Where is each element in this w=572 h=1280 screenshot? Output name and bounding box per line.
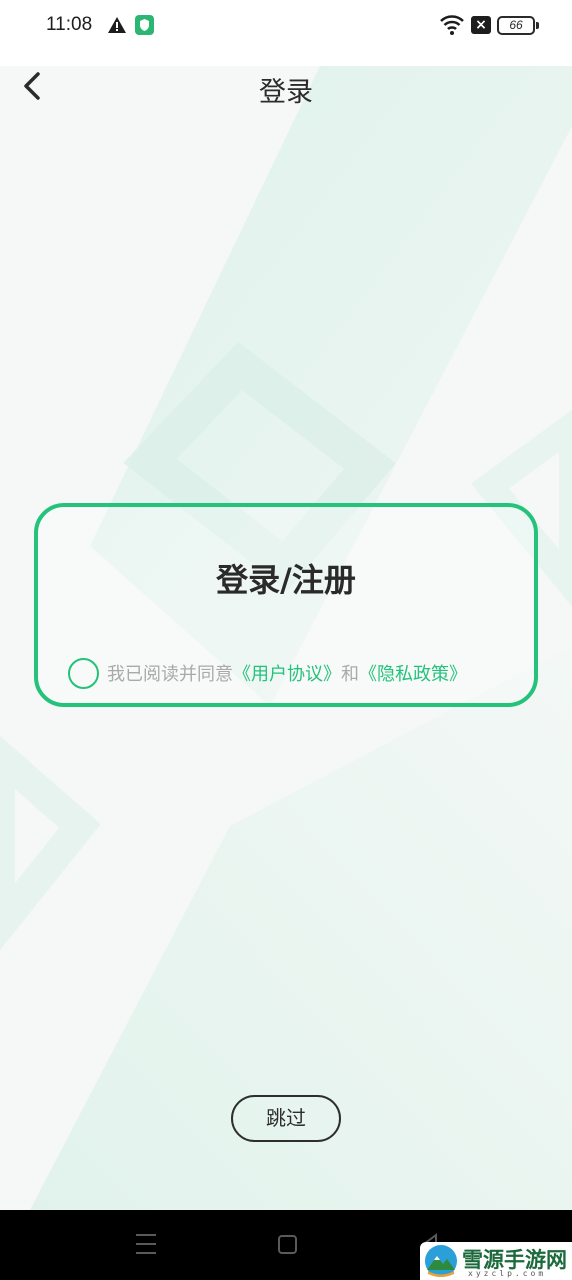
skip-button[interactable]: 跳过 <box>231 1095 341 1142</box>
privacy-policy-link[interactable]: 《隐私政策》 <box>359 660 467 686</box>
status-time: 11:08 <box>46 14 93 35</box>
page-title: 登录 <box>259 77 313 108</box>
status-bar: 11:08 × 66 <box>0 0 572 66</box>
battery-icon: 66 <box>497 16 539 35</box>
agreement-row: 我已阅读并同意 《用户协议》 和 《隐私政策》 <box>68 657 467 689</box>
alert-icon <box>108 17 126 33</box>
watermark-subtext: xyzclp.com <box>468 1269 547 1278</box>
login-register-title: 登录/注册 <box>216 561 356 599</box>
battery-level: 66 <box>509 18 523 32</box>
no-sim-icon: × <box>471 16 491 34</box>
wifi-icon <box>440 15 464 35</box>
user-agreement-link[interactable]: 《用户协议》 <box>233 660 341 686</box>
agreement-prefix: 我已阅读并同意 <box>107 664 233 685</box>
shield-app-icon <box>135 15 154 35</box>
menu-icon[interactable] <box>136 1234 156 1256</box>
mountain-logo-icon <box>425 1245 457 1277</box>
watermark: 雪源手游网 xyzclp.com <box>420 1242 572 1280</box>
agreement-conjunction: 和 <box>341 664 359 685</box>
login-register-card[interactable]: 登录/注册 我已阅读并同意 《用户协议》 和 《隐私政策》 <box>34 503 538 707</box>
home-icon[interactable] <box>278 1235 297 1254</box>
agreement-checkbox[interactable] <box>68 657 99 689</box>
